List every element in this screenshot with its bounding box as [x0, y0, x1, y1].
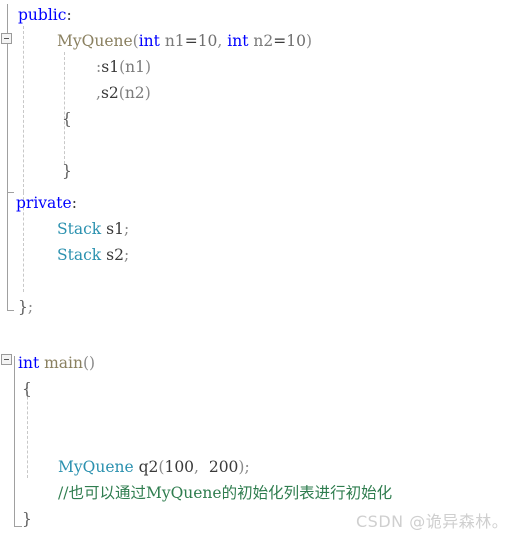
code-token: public	[18, 6, 67, 24]
code-line[interactable]: Stack s2;	[0, 242, 129, 268]
code-token: ;	[123, 246, 130, 264]
code-token: {	[62, 110, 72, 128]
code-token: s2	[100, 84, 119, 102]
code-token: ,	[194, 458, 209, 476]
code-line[interactable]: }	[0, 506, 32, 532]
code-line[interactable]	[0, 268, 57, 294]
code-token: n1	[164, 32, 185, 50]
code-token: ;	[27, 298, 34, 316]
code-token: )	[144, 84, 151, 102]
code-token: Stack	[57, 246, 102, 264]
code-token: n2	[124, 84, 145, 102]
code-token: n2	[253, 32, 274, 50]
code-editor[interactable]: public: MyQuene(int n1=10, int n2=10):s1(…	[0, 0, 528, 540]
code-line[interactable]: };	[0, 294, 33, 320]
code-token: Stack	[57, 220, 102, 238]
code-token: :	[66, 6, 72, 24]
code-line[interactable]: }	[0, 158, 72, 184]
code-token: }	[62, 162, 72, 180]
code-token: s1	[106, 220, 124, 238]
code-token: s1	[101, 58, 120, 76]
code-line[interactable]: MyQuene(int n1=10, int n2=10)	[0, 28, 312, 54]
code-line[interactable]: MyQuene q2(100, 200);	[0, 454, 250, 480]
code-token: )	[144, 58, 152, 76]
code-token: int	[18, 354, 40, 372]
code-token: 10	[197, 32, 218, 50]
code-token: 10	[286, 32, 306, 50]
code-token: int	[227, 32, 249, 50]
code-line[interactable]	[0, 320, 18, 346]
code-line[interactable]: ,s2(n2)	[0, 80, 151, 106]
csdn-watermark: CSDN @诡异森林。	[356, 512, 509, 531]
code-token: ;	[123, 220, 130, 238]
code-token: ,	[217, 32, 228, 50]
code-token: q2	[138, 458, 159, 476]
code-line[interactable]	[0, 428, 22, 454]
code-line[interactable]: //也可以通过MyQuene的初始化列表进行初始化	[0, 480, 392, 506]
code-token: MyQuene	[57, 32, 133, 50]
code-line[interactable]	[0, 402, 22, 428]
code-token: s2	[106, 246, 124, 264]
code-token: {	[22, 380, 32, 398]
code-line[interactable]: Stack s1;	[0, 216, 129, 242]
code-token: }	[22, 510, 32, 528]
code-token: int	[138, 32, 160, 50]
code-text-area[interactable]: public: MyQuene(int n1=10, int n2=10):s1(…	[0, 0, 528, 540]
code-token: ;	[244, 458, 250, 476]
code-token: MyQuene	[58, 458, 134, 476]
code-token: =	[273, 32, 287, 50]
code-token: ()	[83, 354, 96, 372]
code-token: =	[184, 32, 198, 50]
code-line[interactable]: {	[0, 106, 72, 132]
code-line[interactable]: private:	[0, 190, 77, 216]
code-token: 100	[164, 458, 195, 476]
code-token: )	[305, 32, 313, 50]
code-line[interactable]: public:	[0, 2, 72, 28]
code-line[interactable]	[0, 132, 62, 158]
code-token: 200	[208, 458, 239, 476]
code-token: main	[44, 354, 83, 372]
code-line[interactable]: int main()	[0, 350, 95, 376]
code-line[interactable]: :s1(n1)	[0, 54, 151, 80]
code-line[interactable]: {	[0, 376, 32, 402]
code-token: //也可以通过MyQuene的初始化列表进行初始化	[58, 484, 393, 502]
code-token: private	[16, 194, 72, 212]
code-token: }	[18, 298, 28, 316]
code-token: n1	[125, 58, 145, 76]
code-token: :	[71, 194, 77, 212]
